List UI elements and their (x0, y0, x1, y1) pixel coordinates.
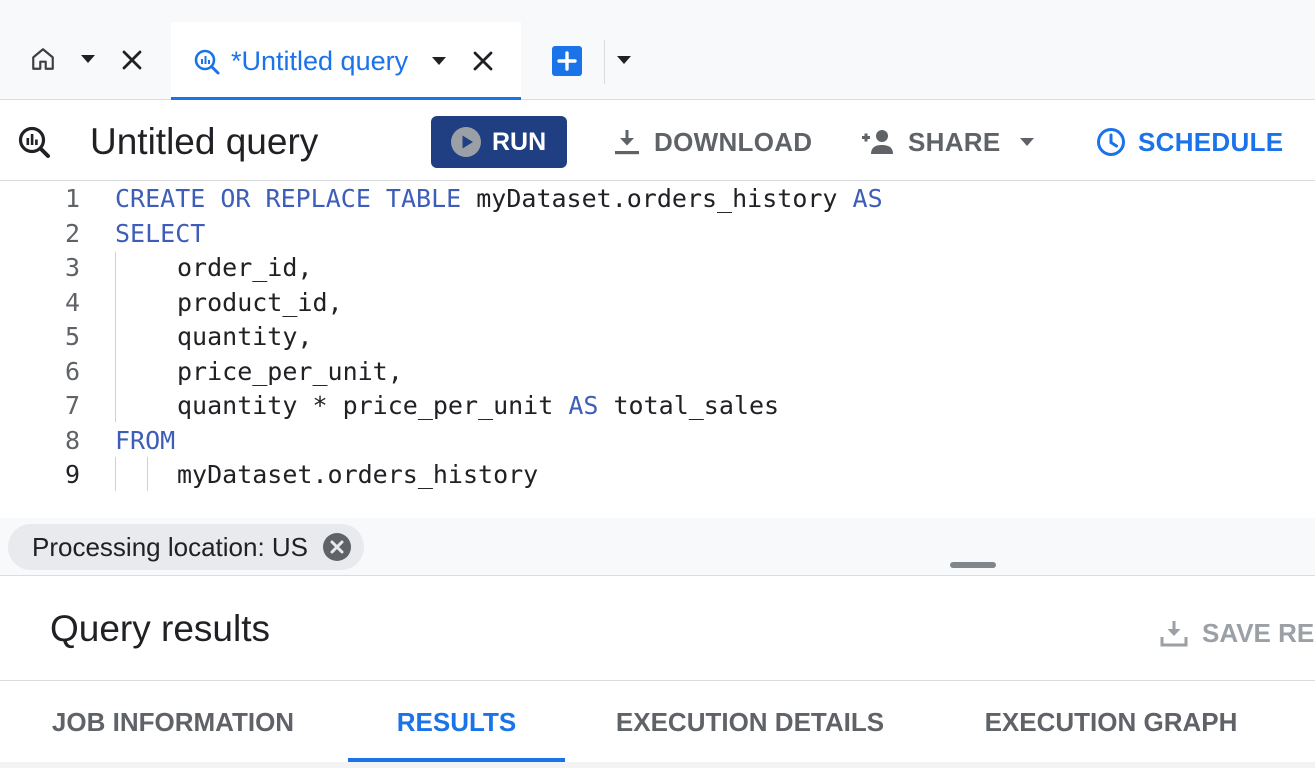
download-button[interactable]: DOWNLOAD (612, 116, 812, 168)
results-header: Query results SAVE RES (0, 577, 1315, 681)
tab-execution-graph[interactable]: EXECUTION GRAPH (966, 682, 1256, 762)
person-add-icon (862, 130, 893, 154)
clock-icon (1097, 128, 1125, 156)
sql-token: quantity * price_per_unit (177, 391, 569, 420)
tab-execution-details[interactable]: EXECUTION DETAILS (596, 682, 904, 762)
results-tabs: JOB INFORMATION RESULTS EXECUTION DETAIL… (0, 682, 1315, 768)
home-icon[interactable] (30, 46, 56, 72)
processing-location-label: Processing location: US (32, 531, 309, 562)
tab-label: EXECUTION GRAPH (984, 707, 1238, 737)
code-text: price_per_unit, (177, 355, 403, 389)
save-icon (1160, 621, 1188, 647)
processing-location-chip[interactable]: Processing location: US (8, 524, 365, 570)
sql-keyword: SELECT (115, 218, 206, 248)
code-text: quantity, (177, 320, 312, 354)
status-strip: Processing location: US (0, 518, 1315, 576)
new-query-button[interactable] (552, 46, 582, 76)
code-line[interactable]: 5 quantity, (0, 320, 1315, 354)
code-text: order_id, (177, 251, 312, 285)
chevron-down-icon[interactable] (1019, 137, 1035, 147)
sql-token: myDataset.orders_history (461, 184, 853, 213)
line-number: 6 (64, 356, 80, 386)
code-line[interactable]: 8 FROM (0, 424, 1315, 458)
sql-token: order_id, (177, 253, 313, 282)
sql-token: price_per_unit, (177, 356, 403, 386)
resize-handle[interactable] (950, 562, 996, 568)
query-title: Untitled query (90, 121, 319, 162)
query-tab-title: *Untitled query (231, 46, 409, 76)
line-number: 1 (64, 184, 80, 213)
line-number: 2 (64, 218, 80, 248)
close-circle-icon[interactable] (322, 532, 352, 562)
query-tab-close-icon[interactable] (471, 49, 495, 73)
code-text: quantity * price_per_unit AS total_sales (177, 389, 779, 423)
code-text: FROM (115, 424, 175, 458)
tab-label: RESULTS (396, 707, 517, 737)
sql-token: myDataset.orders_history (177, 460, 539, 489)
play-icon (451, 127, 481, 157)
tab-untitled-query[interactable]: *Untitled query (171, 22, 521, 100)
sql-keyword: AS (568, 391, 599, 420)
run-button[interactable]: RUN (431, 116, 567, 168)
sql-keyword: CREATE OR REPLACE TABLE (115, 184, 462, 213)
home-tab-close-icon[interactable] (120, 48, 144, 72)
code-line[interactable]: 1 CREATE OR REPLACE TABLE myDataset.order… (0, 182, 1315, 216)
query-icon (194, 49, 220, 75)
tab-bar: *Untitled query (0, 0, 1315, 100)
line-number: 7 (64, 391, 80, 420)
sql-keyword: AS (852, 184, 883, 213)
plus-icon (557, 51, 577, 71)
home-tab-menu-icon[interactable] (80, 54, 96, 64)
sql-keyword: FROM (115, 425, 176, 455)
save-results-button[interactable]: SAVE RES (1160, 613, 1315, 653)
code-line[interactable]: 4 product_id, (0, 286, 1315, 320)
code-line[interactable]: 7 quantity * price_per_unit AS total_sale… (0, 389, 1315, 423)
code-text: CREATE OR REPLACE TABLE myDataset.orders… (115, 182, 883, 216)
panel-bottom-edge (0, 762, 1315, 768)
share-button-label: SHARE (908, 126, 1001, 157)
tab-label: JOB INFORMATION (51, 707, 295, 737)
line-number: 4 (64, 287, 80, 317)
schedule-button[interactable]: SCHEDULE (1096, 116, 1283, 168)
line-number: 8 (64, 425, 80, 455)
line-number: 3 (64, 253, 80, 282)
line-number: 9 (64, 460, 80, 489)
schedule-button-label: SCHEDULE (1138, 126, 1284, 157)
sql-token: quantity, (177, 322, 313, 351)
results-title: Query results (50, 608, 271, 649)
code-text: product_id, (177, 286, 343, 320)
sql-token: product_id, (177, 287, 343, 317)
code-line[interactable]: 6 price_per_unit, (0, 355, 1315, 389)
code-text: SELECT (115, 217, 205, 251)
line-number: 5 (64, 322, 80, 351)
tab-job-information[interactable]: JOB INFORMATION (30, 682, 316, 762)
more-tabs-menu-icon[interactable] (616, 55, 632, 65)
code-line[interactable]: 9 myDataset.orders_history (0, 458, 1315, 492)
tab-results[interactable]: RESULTS (348, 682, 565, 762)
code-line[interactable]: 3 order_id, (0, 251, 1315, 285)
sql-editor[interactable]: 1 CREATE OR REPLACE TABLE myDataset.order… (0, 182, 1315, 518)
code-text: myDataset.orders_history (177, 458, 538, 492)
save-results-label: SAVE RES (1202, 617, 1315, 648)
tab-label: EXECUTION DETAILS (615, 707, 885, 737)
query-toolbar: Untitled query RUN DOWNLOAD SHARE SCHEDU… (0, 101, 1315, 181)
query-icon (18, 126, 50, 158)
tab-divider (604, 40, 605, 84)
download-icon (615, 130, 639, 155)
query-tab-menu-icon[interactable] (431, 56, 447, 66)
sql-token: total_sales (598, 391, 780, 420)
download-button-label: DOWNLOAD (654, 126, 813, 157)
share-button[interactable]: SHARE (860, 116, 1035, 168)
code-line[interactable]: 2 SELECT (0, 217, 1315, 251)
run-button-label: RUN (492, 127, 547, 156)
